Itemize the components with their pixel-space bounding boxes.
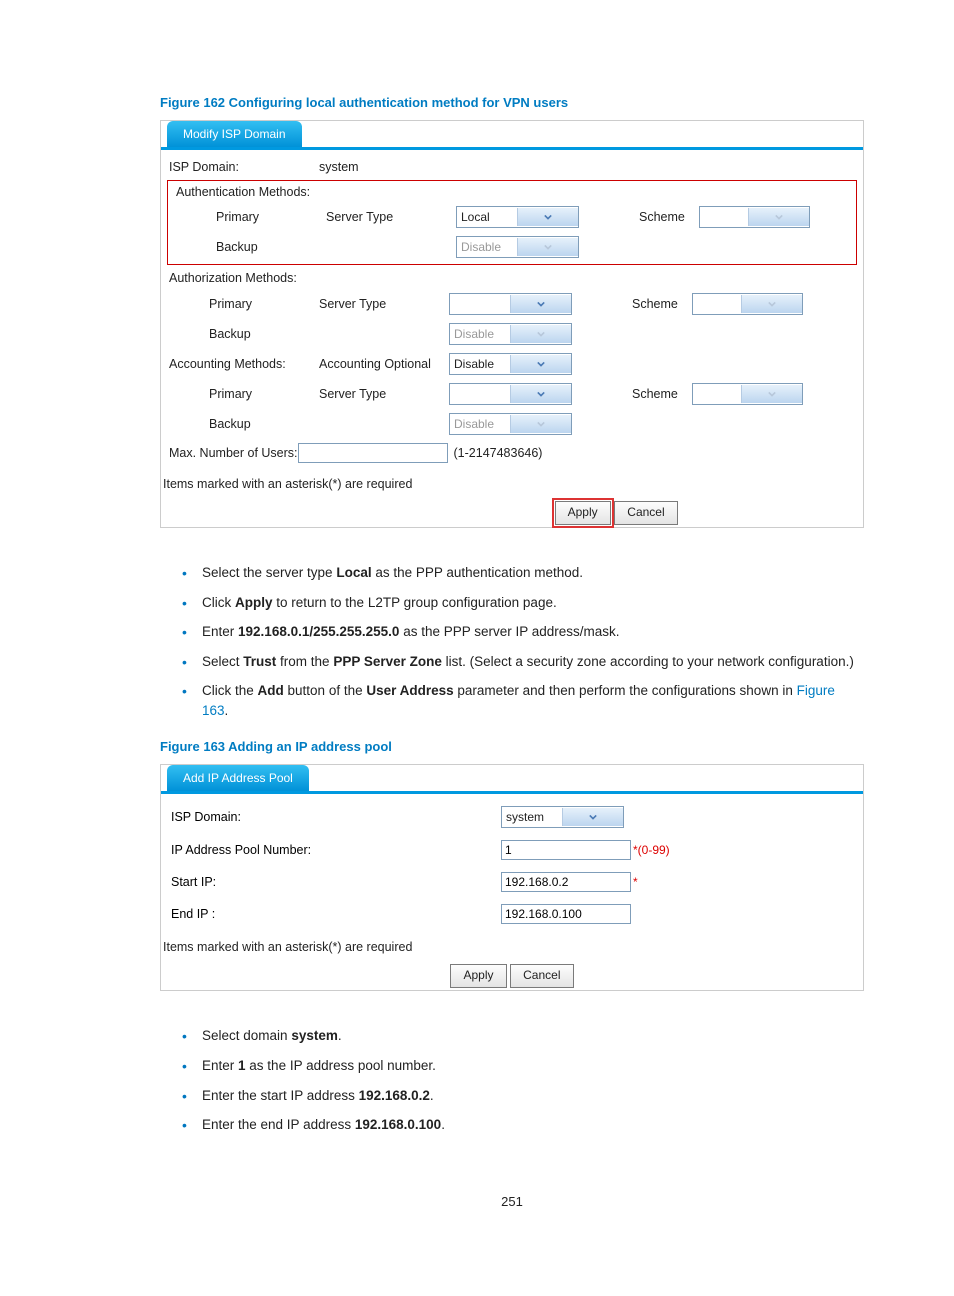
authz-primary-label: Primary [169,297,319,311]
auth-primary-servertype-select[interactable]: Local [456,206,579,228]
pool-number-label: IP Address Pool Number: [171,843,501,857]
acct-optional-value: Disable [450,357,510,371]
cancel-button[interactable]: Cancel [614,501,677,525]
auth-primary-scheme-select[interactable] [699,206,810,228]
required-note: Items marked with an asterisk(*) are req… [161,475,863,495]
page-number: 251 [160,1154,864,1209]
acct-primary-scheme-select[interactable] [692,383,803,405]
chevron-down-icon [510,295,571,313]
chevron-down-icon [510,385,571,403]
list-item: Select the server type Local as the PPP … [198,558,864,588]
start-ip-label: Start IP: [171,875,501,889]
auth-methods-label: Authentication Methods: [176,185,326,200]
list-item: Click Apply to return to the L2TP group … [198,588,864,618]
tab-modify-isp-domain[interactable]: Modify ISP Domain [167,121,302,147]
tab-add-ip-pool[interactable]: Add IP Address Pool [167,765,309,791]
tab-row: Add IP Address Pool [161,765,863,794]
figure-163-title: Figure 163 Adding an IP address pool [160,739,864,754]
chevron-down-icon [517,238,578,256]
end-ip-label: End IP : [171,907,501,921]
acct-primary-servertype-label: Server Type [319,387,449,401]
chevron-down-icon [741,385,802,403]
instruction-list-1: Select the server type Local as the PPP … [160,558,864,725]
acct-primary-scheme-label: Scheme [632,387,692,401]
acct-optional-select[interactable]: Disable [449,353,572,375]
list-item: Enter 192.168.0.1/255.255.255.0 as the P… [198,617,864,647]
isp-domain-value: system [502,810,562,824]
acct-backup-select[interactable]: Disable [449,413,572,435]
authz-methods-label: Authorization Methods: [169,271,297,285]
figure-163-panel: Add IP Address Pool ISP Domain: system I… [160,764,864,991]
end-ip-input[interactable] [501,904,631,924]
instruction-list-2: Select domain system. Enter 1 as the IP … [160,1021,864,1139]
pool-number-hint: *(0-99) [631,843,670,857]
acct-backup-label: Backup [169,417,319,431]
auth-backup-select[interactable]: Disable [456,236,579,258]
required-mark: * [631,875,638,889]
chevron-down-icon [510,325,571,343]
auth-primary-scheme-label: Scheme [639,210,699,224]
list-item: Select domain system. [198,1021,864,1051]
list-item: Select Trust from the PPP Server Zone li… [198,647,864,677]
auth-primary-servertype-label: Server Type [326,210,456,224]
auth-primary-label: Primary [176,210,326,224]
chevron-down-icon [510,415,571,433]
acct-methods-label: Accounting Methods: [169,357,319,371]
authz-primary-servertype-select[interactable] [449,293,572,315]
authz-backup-label: Backup [169,327,319,341]
max-users-input[interactable] [298,443,448,463]
acct-optional-label: Accounting Optional [319,357,449,371]
auth-methods-box: Authentication Methods: Primary Server T… [167,180,857,265]
isp-domain-select[interactable]: system [501,806,624,828]
authz-primary-scheme-label: Scheme [632,297,692,311]
isp-domain-label: ISP Domain: [171,810,501,824]
required-note: Items marked with an asterisk(*) are req… [161,938,863,958]
figure-162-panel: Modify ISP Domain ISP Domain: system Aut… [160,120,864,528]
figure-162-title: Figure 162 Configuring local authenticat… [160,95,864,110]
pool-number-input[interactable] [501,840,631,860]
list-item: Enter the start IP address 192.168.0.2. [198,1081,864,1111]
chevron-down-icon [562,808,623,826]
apply-button[interactable]: Apply [555,501,611,525]
isp-domain-label: ISP Domain: [169,160,319,174]
chevron-down-icon [517,208,578,226]
list-item: Enter the end IP address 192.168.0.100. [198,1110,864,1140]
start-ip-input[interactable] [501,872,631,892]
cancel-button[interactable]: Cancel [510,964,573,988]
max-users-hint: (1-2147483646) [448,446,543,460]
list-item: Enter 1 as the IP address pool number. [198,1051,864,1081]
auth-primary-servertype-value: Local [457,210,517,224]
chevron-down-icon [741,295,802,313]
authz-backup-value: Disable [450,327,510,341]
chevron-down-icon [748,208,809,226]
tab-row: Modify ISP Domain [161,121,863,150]
apply-button[interactable]: Apply [450,964,506,988]
authz-primary-servertype-label: Server Type [319,297,449,311]
acct-primary-servertype-select[interactable] [449,383,572,405]
auth-backup-value: Disable [457,240,517,254]
authz-primary-scheme-select[interactable] [692,293,803,315]
chevron-down-icon [510,355,571,373]
auth-backup-label: Backup [176,240,326,254]
max-users-label: Max. Number of Users: [169,446,298,460]
authz-backup-select[interactable]: Disable [449,323,572,345]
isp-domain-value: system [319,160,429,174]
acct-backup-value: Disable [450,417,510,431]
list-item: Click the Add button of the User Address… [198,676,864,725]
acct-primary-label: Primary [169,387,319,401]
